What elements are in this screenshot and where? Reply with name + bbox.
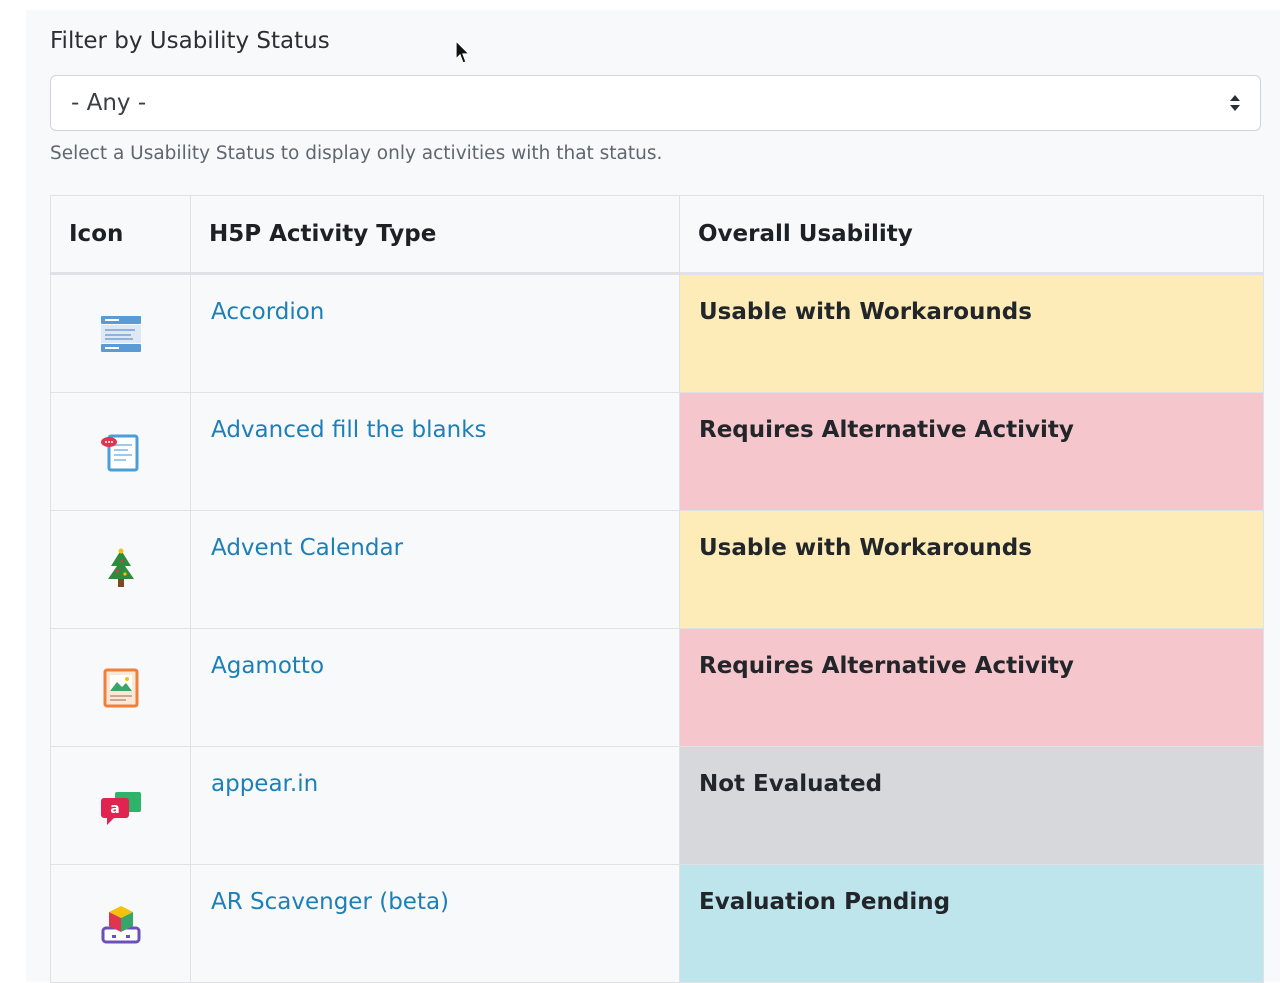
filter-help-text: Select a Usability Status to display onl… bbox=[50, 143, 663, 164]
status-label: Usable with Workarounds bbox=[699, 535, 1032, 561]
status-cell: Requires Alternative Activity bbox=[679, 628, 1264, 747]
activity-link[interactable]: Agamotto bbox=[211, 653, 324, 679]
ar-cube-icon bbox=[101, 905, 140, 943]
icon-cell bbox=[50, 392, 191, 511]
video-chat-icon: a bbox=[100, 791, 141, 825]
status-label: Usable with Workarounds bbox=[699, 299, 1032, 325]
status-label: Evaluation Pending bbox=[699, 889, 951, 915]
activity-link[interactable]: appear.in bbox=[211, 771, 318, 797]
activity-name-cell: Accordion bbox=[190, 273, 680, 393]
table-row: Agamotto Requires Alternative Activity bbox=[50, 628, 1264, 747]
activity-link[interactable]: Advent Calendar bbox=[211, 535, 403, 561]
table-row: Advanced fill the blanks Requires Altern… bbox=[50, 392, 1264, 511]
christmas-tree-icon bbox=[107, 548, 134, 587]
activity-link[interactable]: Advanced fill the blanks bbox=[211, 417, 487, 443]
activity-name-cell: Advanced fill the blanks bbox=[190, 392, 680, 511]
header-activity-type[interactable]: H5P Activity Type bbox=[190, 195, 680, 275]
image-frame-icon bbox=[103, 668, 138, 707]
status-label: Requires Alternative Activity bbox=[699, 653, 1074, 679]
activity-name-cell: appear.in bbox=[190, 746, 680, 865]
icon-cell bbox=[50, 510, 191, 629]
usability-status-select[interactable]: - Any - bbox=[50, 75, 1261, 131]
table-row: a appear.in Not Evaluated bbox=[50, 746, 1264, 865]
activity-link[interactable]: Accordion bbox=[211, 299, 324, 325]
table-row: Accordion Usable with Workarounds bbox=[50, 273, 1264, 393]
accordion-icon bbox=[100, 315, 141, 352]
filter-label: Filter by Usability Status bbox=[50, 28, 330, 54]
icon-cell: a bbox=[50, 746, 191, 865]
status-cell: Requires Alternative Activity bbox=[679, 392, 1264, 511]
icon-cell bbox=[50, 864, 191, 983]
select-value: - Any - bbox=[71, 90, 147, 116]
advanced-fill-blanks-icon bbox=[100, 434, 138, 471]
table-row: AR Scavenger (beta) Evaluation Pending bbox=[50, 864, 1264, 983]
activities-table: Icon H5P Activity Type Overall Usability bbox=[50, 195, 1264, 983]
status-label: Not Evaluated bbox=[699, 771, 883, 797]
header-overall-usability[interactable]: Overall Usability bbox=[679, 195, 1264, 275]
activity-name-cell: Agamotto bbox=[190, 628, 680, 747]
activity-name-cell: Advent Calendar bbox=[190, 510, 680, 629]
status-label: Requires Alternative Activity bbox=[699, 417, 1074, 443]
header-icon[interactable]: Icon bbox=[50, 195, 191, 275]
svg-text:a: a bbox=[110, 801, 119, 817]
status-cell: Usable with Workarounds bbox=[679, 273, 1264, 393]
icon-cell bbox=[50, 628, 191, 747]
icon-cell bbox=[50, 273, 191, 393]
activity-link[interactable]: AR Scavenger (beta) bbox=[211, 889, 449, 915]
activity-name-cell: AR Scavenger (beta) bbox=[190, 864, 680, 983]
status-cell: Evaluation Pending bbox=[679, 864, 1264, 983]
table-header-row: Icon H5P Activity Type Overall Usability bbox=[50, 195, 1264, 275]
select-arrows-icon bbox=[1230, 95, 1240, 111]
table-row: Advent Calendar Usable with Workarounds bbox=[50, 510, 1264, 629]
status-cell: Usable with Workarounds bbox=[679, 510, 1264, 629]
mouse-cursor-icon bbox=[455, 40, 471, 64]
status-cell: Not Evaluated bbox=[679, 746, 1264, 865]
